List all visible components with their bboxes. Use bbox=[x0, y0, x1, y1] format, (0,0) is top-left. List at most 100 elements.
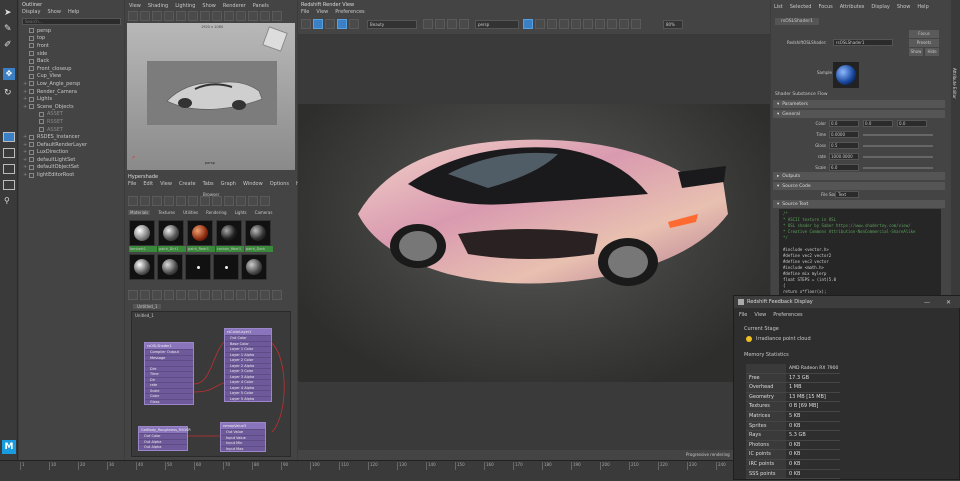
node-port[interactable]: Input Max bbox=[221, 445, 265, 452]
viewport-menu-show[interactable]: Show bbox=[202, 3, 216, 9]
aov-dropdown[interactable]: Beauty bbox=[367, 19, 417, 29]
graph-tool-btn[interactable] bbox=[236, 290, 246, 300]
expand-icon[interactable]: + bbox=[23, 104, 27, 110]
material-thumb[interactable] bbox=[157, 254, 183, 280]
render-option-button[interactable] bbox=[559, 19, 569, 29]
ae-param-slider[interactable] bbox=[863, 166, 933, 169]
hs-tab[interactable]: Lights bbox=[235, 210, 247, 215]
render-stop-button[interactable] bbox=[325, 19, 335, 29]
ae-menu-item[interactable]: Display bbox=[871, 4, 889, 10]
ae-param-slider[interactable] bbox=[863, 155, 933, 158]
hs-tab[interactable]: Materials bbox=[128, 210, 151, 215]
outliner-item[interactable]: Back bbox=[23, 57, 123, 65]
expand-icon[interactable]: + bbox=[23, 81, 27, 87]
expand-icon[interactable]: + bbox=[23, 134, 27, 140]
viewport-tool-btn[interactable] bbox=[128, 11, 138, 21]
ae-shader-field[interactable]: rsOSLShader1 bbox=[833, 39, 893, 46]
ae-menu-item[interactable]: List bbox=[774, 4, 783, 10]
outliner-item[interactable]: persp bbox=[23, 27, 123, 35]
render-channel-button[interactable] bbox=[447, 19, 457, 29]
render-snapshot-button[interactable] bbox=[337, 19, 347, 29]
material-swatch[interactable]: carbon_fiber1 bbox=[216, 220, 244, 252]
ae-menu-item[interactable]: Attributes bbox=[840, 4, 865, 10]
graph-tool-btn[interactable] bbox=[176, 290, 186, 300]
hs-tab[interactable]: Cameras bbox=[255, 210, 273, 215]
ae-param-field[interactable]: 6.0 bbox=[829, 164, 859, 171]
search-icon[interactable]: ⚲ bbox=[4, 196, 14, 206]
material-swatch[interactable]: lambert1 bbox=[129, 220, 157, 252]
outliner-item[interactable]: front bbox=[23, 42, 123, 50]
outliner-item[interactable]: + LuxDirection bbox=[23, 149, 123, 157]
outliner-menu-display[interactable]: Display bbox=[22, 9, 40, 15]
outliner-item[interactable]: + Low_Angle_persp bbox=[23, 80, 123, 88]
expand-icon[interactable]: + bbox=[23, 149, 27, 155]
graph-tab[interactable]: Untitled_1 bbox=[133, 304, 162, 309]
node-color-layer[interactable]: rsColorLayer1 Out Color Base Color Layer 1 … bbox=[224, 328, 272, 402]
outliner-item[interactable]: + Render_Camera bbox=[23, 88, 123, 96]
graph-tool-btn[interactable] bbox=[152, 290, 162, 300]
graph-tool-btn[interactable] bbox=[164, 290, 174, 300]
render-channel-button[interactable] bbox=[435, 19, 445, 29]
viewport-tool-btn[interactable] bbox=[260, 11, 270, 21]
hs-menu-item[interactable]: Tabs bbox=[203, 181, 214, 187]
graph-tool-btn[interactable] bbox=[128, 290, 138, 300]
expand-icon[interactable]: + bbox=[23, 172, 27, 178]
hs-tool-btn[interactable] bbox=[212, 196, 222, 206]
rotate-tool-icon[interactable]: ↻ bbox=[4, 88, 14, 98]
outliner-item[interactable]: Cup_View bbox=[23, 73, 123, 81]
render-region-button[interactable] bbox=[349, 19, 359, 29]
material-thumb[interactable] bbox=[213, 254, 239, 280]
ae-param-field[interactable]: 0.0000 bbox=[829, 131, 859, 138]
node-port[interactable]: Gloss bbox=[145, 398, 193, 405]
hs-tab[interactable]: Textures bbox=[158, 210, 175, 215]
hs-menu-item[interactable]: Edit bbox=[143, 181, 153, 187]
hs-menu-item[interactable]: Window bbox=[243, 181, 263, 187]
outliner-item[interactable]: + defaultLightSet bbox=[23, 156, 123, 164]
viewport-tool-btn[interactable] bbox=[272, 11, 282, 21]
move-tool-icon[interactable]: ✥ bbox=[3, 68, 15, 80]
hs-menu-item[interactable]: File bbox=[128, 181, 136, 187]
lasso-tool-icon[interactable]: ✎ bbox=[4, 24, 14, 34]
render-channel-button[interactable] bbox=[423, 19, 433, 29]
ae-presets-button[interactable]: Presets bbox=[909, 39, 939, 47]
feedback-menu-file[interactable]: File bbox=[739, 312, 747, 318]
layout-single-icon[interactable] bbox=[3, 132, 15, 142]
hs-tool-btn[interactable] bbox=[188, 196, 198, 206]
render-channel-button[interactable] bbox=[459, 19, 469, 29]
viewport-menu-panels[interactable]: Panels bbox=[253, 3, 269, 9]
render-menu-view[interactable]: View bbox=[316, 9, 328, 15]
hs-menu-item[interactable]: Create bbox=[179, 181, 196, 187]
render-option-button[interactable] bbox=[535, 19, 545, 29]
ae-code-editor[interactable]: /* * ASCII texture in OSL * OSL shader b… bbox=[779, 209, 941, 295]
ae-section-source-text[interactable]: ▾ Source Text bbox=[773, 200, 945, 208]
expand-icon[interactable]: + bbox=[23, 164, 27, 170]
render-option-button[interactable] bbox=[547, 19, 557, 29]
expand-icon[interactable]: + bbox=[23, 157, 27, 163]
hs-menu-item[interactable]: Graph bbox=[221, 181, 236, 187]
outliner-item[interactable]: + RSDES_Instancer bbox=[23, 133, 123, 141]
graph-tool-btn[interactable] bbox=[212, 290, 222, 300]
render-lock-button[interactable] bbox=[523, 19, 533, 29]
render-option-button[interactable] bbox=[595, 19, 605, 29]
close-icon[interactable]: ✕ bbox=[946, 299, 951, 306]
outliner-menu-help[interactable]: Help bbox=[68, 9, 79, 15]
hs-tool-btn[interactable] bbox=[236, 196, 246, 206]
graph-tool-btn[interactable] bbox=[260, 290, 270, 300]
material-swatch[interactable]: paint_Dirt1 bbox=[158, 220, 186, 252]
ae-param-field[interactable]: 0.0 bbox=[897, 120, 927, 127]
render-option-button[interactable] bbox=[571, 19, 581, 29]
node-remap-value[interactable]: remapValue3 Out Value Input Value Input Min… bbox=[220, 422, 266, 452]
ae-menu-item[interactable]: Help bbox=[917, 4, 928, 10]
outliner-item[interactable]: + defaultObjectSet bbox=[23, 164, 123, 172]
ae-menu-item[interactable]: Selected bbox=[790, 4, 812, 10]
render-menu-preferences[interactable]: Preferences bbox=[335, 9, 364, 15]
render-option-button[interactable] bbox=[631, 19, 641, 29]
feedback-menu-preferences[interactable]: Preferences bbox=[773, 312, 802, 318]
render-canvas[interactable] bbox=[298, 34, 770, 450]
ae-param-field[interactable]: 1000.0000 bbox=[829, 153, 859, 160]
outliner-item[interactable]: + lightEditorRoot bbox=[23, 171, 123, 179]
viewport-tool-btn[interactable] bbox=[140, 11, 150, 21]
zoom-field[interactable]: 80% bbox=[663, 19, 683, 29]
viewport-tool-btn[interactable] bbox=[224, 11, 234, 21]
graph-tool-btn[interactable] bbox=[140, 290, 150, 300]
